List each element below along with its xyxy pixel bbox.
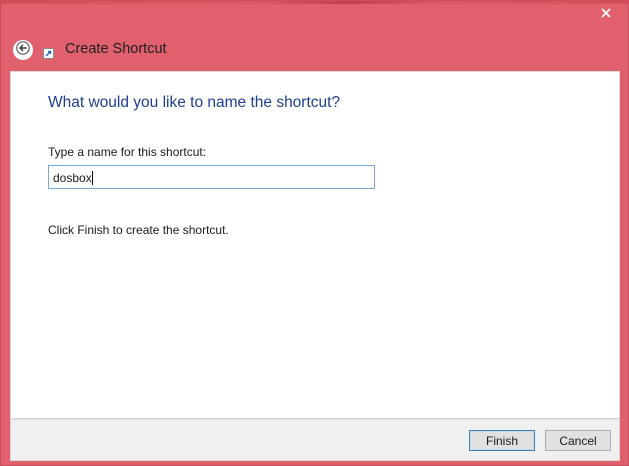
wizard-footer: Finish Cancel: [10, 419, 620, 461]
create-shortcut-window: Create Shortcut What would you like to n…: [0, 0, 629, 466]
shortcut-name-input[interactable]: dosbox: [48, 165, 375, 189]
wizard-content: What would you like to name the shortcut…: [10, 71, 620, 419]
page-heading: What would you like to name the shortcut…: [48, 94, 341, 111]
close-icon: [601, 8, 611, 18]
cancel-button[interactable]: Cancel: [545, 430, 611, 451]
shortcut-name-value: dosbox: [53, 170, 92, 185]
title-bar-strip: [1, 1, 629, 4]
shortcut-icon: [43, 46, 54, 59]
text-caret: [91, 170, 93, 185]
window-title: Create Shortcut: [65, 41, 167, 57]
finish-hint-text: Click Finish to create the shortcut.: [48, 223, 229, 237]
back-button[interactable]: [13, 40, 33, 60]
back-arrow-icon: [16, 40, 30, 60]
finish-button[interactable]: Finish: [469, 430, 535, 451]
shortcut-name-label: Type a name for this shortcut:: [48, 145, 207, 159]
close-button[interactable]: [585, 2, 627, 24]
wizard-header: Create Shortcut: [1, 29, 629, 71]
